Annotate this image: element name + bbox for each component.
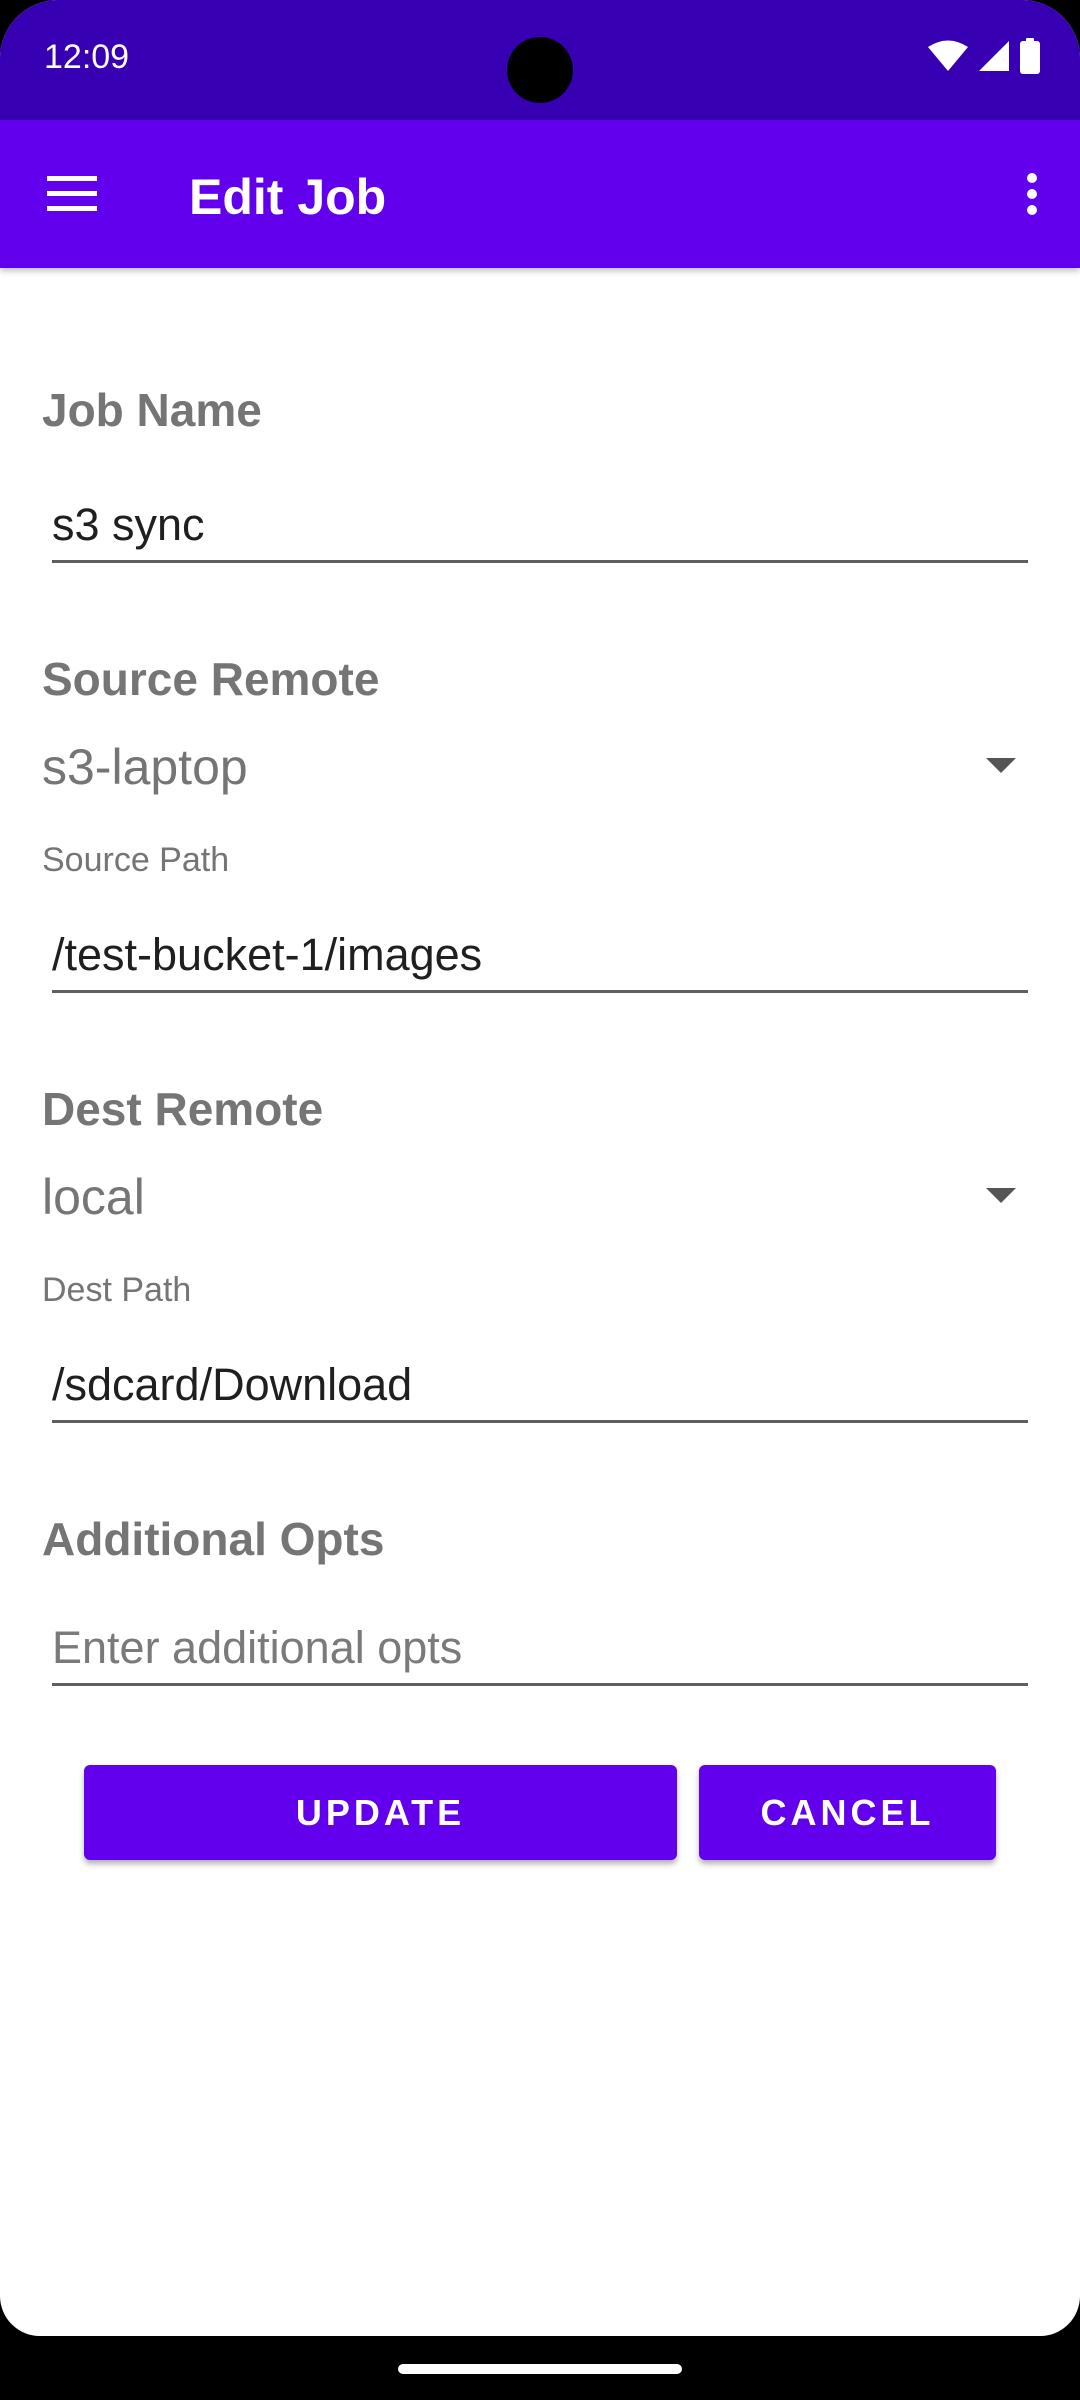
dropdown-arrow-icon [986,758,1016,773]
wifi-icon [928,40,968,77]
source-path-label: Source Path [42,841,230,879]
status-icons [928,37,1040,79]
status-time: 12:09 [44,38,130,76]
source-remote-value: s3-laptop [42,739,248,795]
source-path-field[interactable]: /test-bucket-1/images [52,920,1028,993]
additional-opts-field[interactable]: Enter additional opts [52,1613,1028,1686]
dest-remote-value: local [42,1169,145,1225]
job-name-label: Job Name [42,384,262,436]
additional-opts-label: Additional Opts [42,1513,385,1565]
source-remote-label: Source Remote [42,653,380,705]
dest-path-label: Dest Path [42,1271,192,1309]
update-button[interactable]: UPDATE [84,1765,677,1860]
job-name-field[interactable]: s3 sync [52,490,1028,563]
dest-remote-dropdown[interactable]: local [42,1160,1022,1240]
screen: 12:09 Edit Job Job Name s3 sync Source R… [0,0,1080,2336]
dest-path-field[interactable]: /sdcard/Download [52,1350,1028,1423]
home-indicator[interactable] [398,2364,682,2374]
source-remote-dropdown[interactable]: s3-laptop [42,730,1022,810]
dropdown-arrow-icon [986,1188,1016,1203]
more-vert-icon[interactable] [1002,164,1062,224]
dest-remote-label: Dest Remote [42,1083,324,1135]
app-bar: Edit Job [0,120,1080,268]
cancel-button[interactable]: CANCEL [699,1765,996,1860]
status-bar: 12:09 [0,0,1080,120]
battery-icon [1020,37,1040,79]
page-title: Edit Job [189,169,387,225]
hamburger-menu-icon[interactable] [40,166,104,222]
signal-icon [978,40,1010,77]
camera-cutout [507,37,573,103]
